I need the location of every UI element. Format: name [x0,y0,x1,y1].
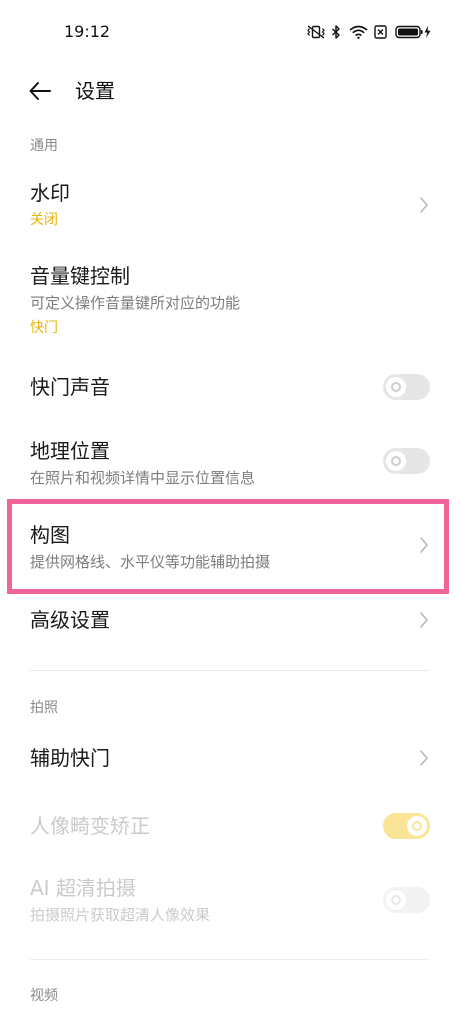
vibrate-mute-icon [305,25,327,39]
back-arrow-icon[interactable] [28,80,52,102]
sim-no-signal-icon [374,25,387,39]
wifi-icon [349,25,368,39]
setting-title: 快门声音 [30,375,110,399]
setting-description: 拍摄照片获取超清人像效果 [30,906,211,924]
toggle-knob [407,816,427,836]
portrait-distortion-toggle [383,813,430,839]
setting-title: 构图 [30,523,70,547]
setting-row-advanced[interactable]: 高级设置 [0,598,460,642]
toggle-knob [386,451,406,471]
setting-title: 人像畸变矫正 [30,814,150,838]
setting-title: 地理位置 [30,439,110,463]
setting-description: 在照片和视频详情中显示位置信息 [30,469,256,487]
page-title: 设置 [75,79,115,103]
section-header-photo: 拍照 [30,700,58,716]
bluetooth-icon [331,25,341,39]
setting-title: 辅助快门 [30,746,110,770]
chevron-right-icon [419,611,429,629]
setting-description: 提供网格线、水平仪等功能辅助拍摄 [30,553,271,571]
setting-title: 高级设置 [30,608,110,632]
setting-description: 可定义操作音量键所对应的功能 [30,294,241,312]
setting-title: AI 超清拍摄 [30,876,136,900]
toggle-knob [386,377,406,397]
setting-row-portrait-distortion: 人像畸变矫正 [0,804,460,848]
setting-value: 快门 [30,320,58,336]
chevron-right-icon [419,196,429,214]
section-header-general: 通用 [30,138,58,154]
setting-row-volume-key[interactable]: 音量键控制 可定义操作音量键所对应的功能 快门 [0,252,460,348]
toggle-knob [386,890,406,910]
setting-title: 水印 [30,181,70,205]
setting-row-watermark[interactable]: 水印 关闭 [0,170,460,240]
section-header-video: 视频 [30,988,58,1004]
setting-value: 关闭 [30,212,58,228]
chevron-right-icon [419,749,429,767]
chevron-right-icon [419,536,429,554]
setting-title: 音量键控制 [30,264,130,288]
status-time: 19:12 [64,22,111,41]
setting-row-ai-hd: AI 超清拍摄 拍摄照片获取超清人像效果 [0,866,460,932]
setting-row-composition[interactable]: 构图 提供网格线、水平仪等功能辅助拍摄 [0,512,460,582]
setting-row-shutter-sound[interactable]: 快门声音 [0,365,460,409]
section-divider [30,670,430,671]
battery-charging-icon [395,25,432,39]
location-toggle[interactable] [383,448,430,474]
setting-row-assist-shutter[interactable]: 辅助快门 [0,736,460,780]
section-divider [30,959,430,960]
setting-row-location[interactable]: 地理位置 在照片和视频详情中显示位置信息 [0,428,460,494]
ai-hd-toggle [383,887,430,913]
shutter-sound-toggle[interactable] [383,374,430,400]
